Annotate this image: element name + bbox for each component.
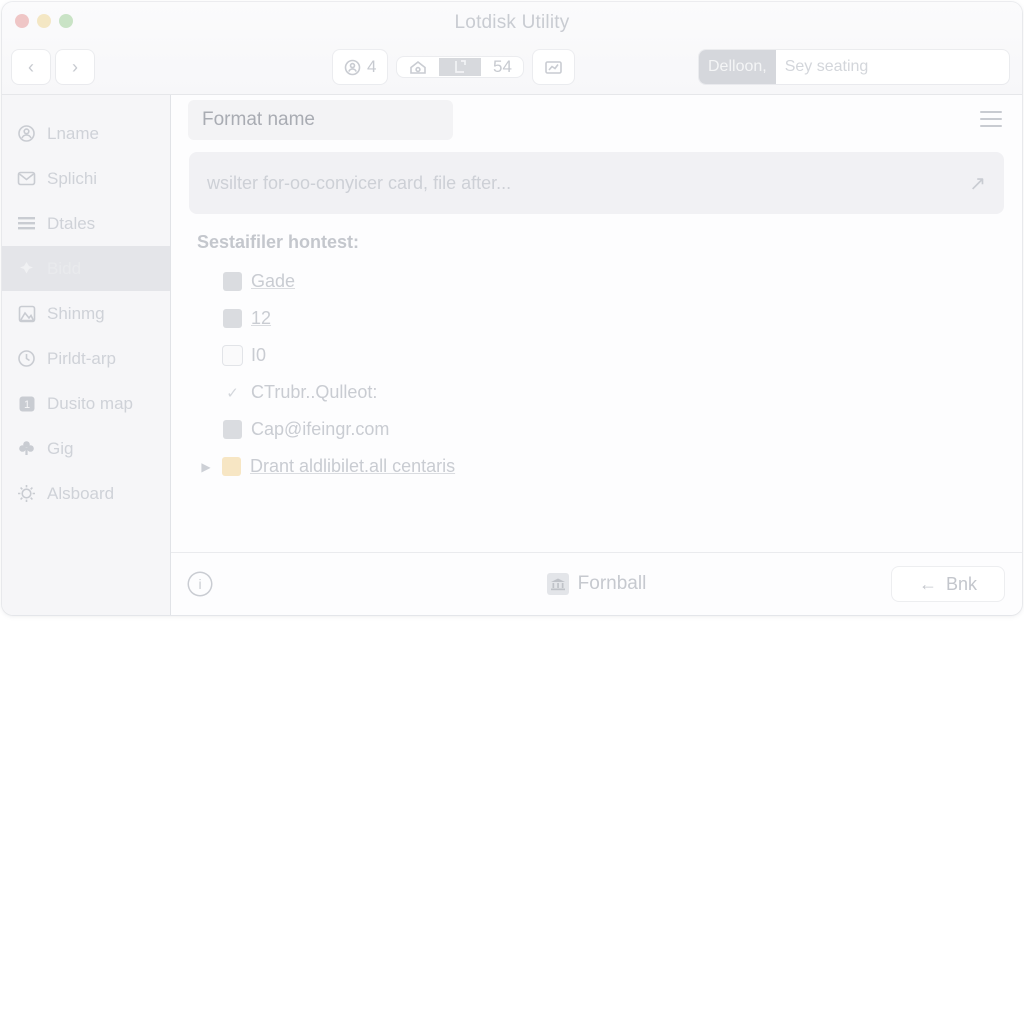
arrow-up-right-icon[interactable]: ↗ — [969, 171, 986, 196]
circle-person-icon — [344, 59, 361, 75]
arrow-left-icon: ← — [918, 573, 937, 594]
sidebar-item-label: Shinmg — [47, 303, 105, 323]
search-input[interactable] — [775, 58, 1009, 76]
footer-center-label: Fornball — [577, 573, 647, 594]
list-heading: Sestaifiler hontest: — [197, 232, 360, 252]
navigation-buttons: ‹ › — [12, 50, 94, 84]
window-titlebar: Lotdisk Utility ‹ › 4 54 Delloon, Sey se… — [2, 2, 1022, 95]
window-title: Lotdisk Utility — [454, 12, 570, 33]
sidebar-item-gig[interactable]: Gig — [2, 426, 170, 471]
clock-icon — [16, 348, 37, 369]
image-square-icon — [223, 309, 242, 328]
chevron-left-icon: ‹ — [28, 57, 34, 77]
list-item[interactable]: Gade — [189, 263, 1004, 300]
info-glyph: i — [198, 576, 202, 592]
sidebar-item-label: Alsboard — [47, 483, 115, 503]
list-item-label: Drant aldlibilet.all centaris — [250, 456, 456, 476]
sidebar-item-dtales[interactable]: Dtales — [2, 201, 170, 246]
window-body: Lname Splichi Dtales Bidd Shinmg Pirldt-… — [2, 95, 1022, 615]
forward-button[interactable]: › — [56, 50, 94, 84]
application-window: Lotdisk Utility ‹ › 4 54 Delloon, Sey se… — [2, 2, 1022, 615]
info-icon[interactable]: i — [189, 573, 211, 595]
checkmark-icon: ✓ — [226, 384, 239, 402]
main-panel: Format name wsilter for-oo-conyicer card… — [171, 95, 1022, 615]
search-token[interactable]: Delloon, — [699, 50, 776, 84]
bank-icon — [546, 573, 569, 595]
mail-icon — [16, 168, 37, 189]
search-field[interactable]: Delloon, — [699, 50, 1009, 84]
segment-home[interactable] — [397, 58, 439, 76]
sidebar-item-pirldt-arp[interactable]: Pirldt-arp — [2, 336, 170, 381]
segment-export[interactable] — [439, 58, 482, 76]
list-item[interactable]: ▶ Drant aldlibilet.all centaris — [189, 448, 1004, 485]
clover-icon — [16, 438, 37, 459]
filter-placeholder: wsilter for-oo-conyicer card, file after… — [207, 172, 512, 193]
toolbar: 4 54 — [333, 50, 575, 84]
sidebar: Lname Splichi Dtales Bidd Shinmg Pirldt-… — [2, 95, 171, 615]
list-item[interactable]: I0 — [189, 337, 1004, 374]
list-item-label: 12 — [251, 308, 272, 328]
sidebar-item-label: Dusito map — [47, 393, 133, 413]
sidebar-item-label: Gig — [47, 438, 74, 458]
list-item[interactable]: Cap@ifeingr.com — [189, 411, 1004, 448]
list-lines-icon — [16, 213, 37, 234]
sidebar-item-splichi[interactable]: Splichi — [2, 156, 170, 201]
sun-icon — [16, 483, 37, 504]
export-icon — [455, 60, 467, 73]
list-item-label: I0 — [251, 345, 267, 365]
list-item-label: Gade — [251, 271, 296, 291]
sidebar-item-label: Bidd — [47, 258, 82, 278]
back-button[interactable]: ‹ — [12, 50, 50, 84]
segment-value[interactable]: 54 — [481, 57, 523, 77]
sidebar-item-alsboard[interactable]: Alsboard — [2, 471, 170, 516]
sidebar-item-label: Lname — [47, 123, 99, 143]
list-item-label: Cap@ifeingr.com — [251, 419, 390, 439]
sidebar-item-label: Splichi — [47, 168, 98, 188]
disclosure-triangle-icon[interactable]: ▶ — [199, 460, 213, 474]
segmented-control: 54 — [397, 57, 524, 77]
square-filled-icon — [223, 272, 242, 291]
back-button-label: Bnk — [945, 573, 978, 594]
panel-header: Format name — [171, 95, 1022, 150]
list-item[interactable]: 12 — [189, 300, 1004, 337]
gear-person-icon — [16, 123, 37, 144]
list-item-label: CTrubr..Qulleot: — [251, 382, 378, 402]
blank-square-icon — [223, 346, 242, 365]
chart-icon — [545, 60, 563, 74]
folder-icon — [222, 457, 241, 476]
pin-icon — [16, 258, 37, 279]
chevron-right-icon: › — [72, 57, 78, 77]
filter-input-row[interactable]: wsilter for-oo-conyicer card, file after… — [189, 152, 1004, 214]
svg-text:1: 1 — [23, 399, 29, 411]
count-badge-button[interactable]: 4 — [333, 50, 388, 84]
home-icon — [410, 60, 427, 74]
list-section: Sestaifiler hontest: Gade 12 I0 ✓ CTrubr… — [171, 214, 1022, 552]
sidebar-item-dusito-map[interactable]: 1 Dusito map — [2, 381, 170, 426]
sidebar-item-shinmg[interactable]: Shinmg — [2, 291, 170, 336]
back-button-footer[interactable]: ← Bnk — [892, 567, 1004, 601]
number-one-icon: 1 — [16, 393, 37, 414]
chart-button[interactable] — [533, 50, 575, 84]
panel-footer: i Fornball ← Bnk — [171, 552, 1022, 615]
sidebar-item-bidd[interactable]: Bidd — [2, 246, 170, 291]
count-badge-value: 4 — [367, 57, 377, 76]
sidebar-item-lname[interactable]: Lname — [2, 111, 170, 156]
square-filled-icon — [223, 420, 242, 439]
page-title: Format name — [188, 100, 453, 140]
sidebar-item-label: Pirldt-arp — [47, 348, 116, 368]
list-item[interactable]: ✓ CTrubr..Qulleot: — [189, 374, 1004, 411]
sidebar-item-label: Dtales — [47, 213, 96, 233]
hamburger-menu-icon[interactable] — [980, 111, 1002, 127]
image-icon — [16, 303, 37, 324]
